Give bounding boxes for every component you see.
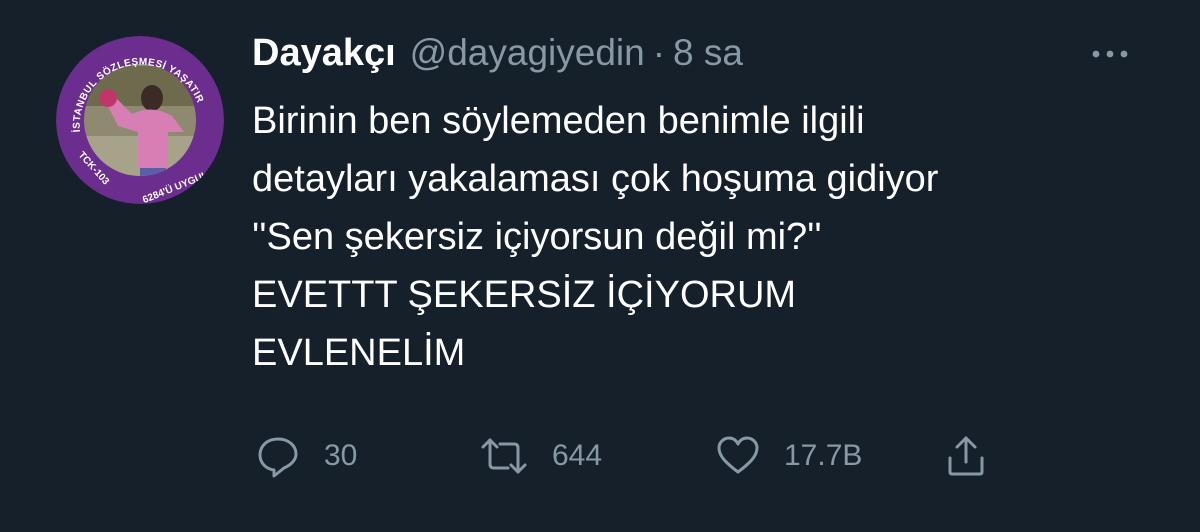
handle[interactable]: @dayagiyedin [410,32,645,74]
retweet-button[interactable]: 644 [480,428,602,484]
share-icon [944,434,988,478]
action-bar: 30 644 17.7B [252,428,1012,484]
share-button[interactable] [944,428,988,484]
retweet-icon [480,434,528,478]
separator-dot: · [652,32,666,73]
like-button[interactable]: 17.7B [716,428,862,484]
more-icon[interactable] [1090,44,1130,64]
reply-button[interactable]: 30 [256,428,357,484]
tweet-header: Dayakçı @dayagiyedin · 8 sa [252,32,743,84]
tweet: İSTANBUL SÖZLEŞMESİ YAŞATIR TCK-103 6284… [0,0,1200,532]
tweet-text-line: ''Sen şekersiz içiyorsun değil mi?'' [252,216,822,258]
heart-icon [716,434,760,478]
tweet-text: Birinin ben söylemeden benimle ilgili de… [252,92,1152,382]
tweet-text-line: EVETTT ŞEKERSİZ İÇİYORUM [252,274,797,316]
tweet-text-line: detayları yakalaması çok hoşuma gidiyor [252,158,939,200]
tweet-text-line: Birinin ben söylemeden benimle ilgili [252,100,865,142]
like-count: 17.7B [784,439,863,472]
retweet-count: 644 [552,439,603,472]
reply-count: 30 [324,439,358,472]
reply-icon [256,434,300,478]
display-name[interactable]: Dayakçı [252,32,396,75]
tweet-text-line: EVLENELİM [252,332,466,374]
avatar[interactable]: İSTANBUL SÖZLEŞMESİ YAŞATIR TCK-103 6284… [56,36,224,204]
timestamp[interactable]: 8 sa [673,32,743,74]
